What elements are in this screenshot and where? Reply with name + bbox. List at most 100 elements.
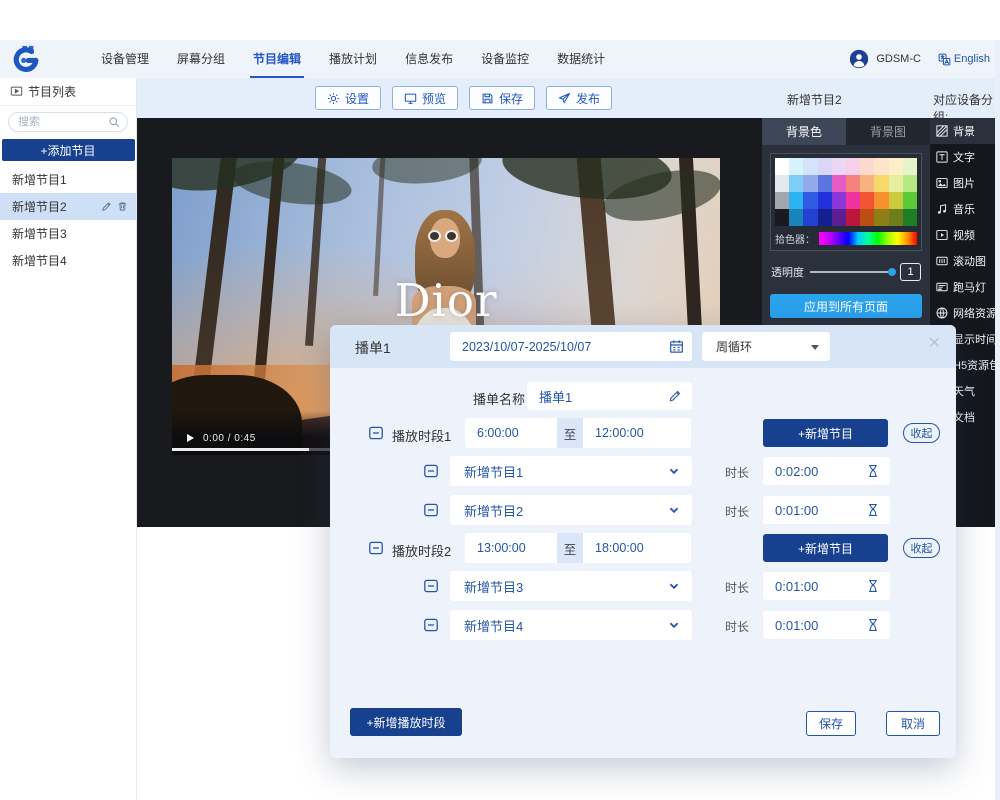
program-item-3[interactable]: 新增节目4 [0, 247, 136, 274]
color-swatch[interactable] [860, 209, 874, 226]
end-time-input[interactable]: 12:00:00 [583, 418, 691, 448]
nav-tab-3[interactable]: 播放计划 [326, 40, 380, 78]
color-swatch[interactable] [874, 158, 888, 175]
gear-action-button[interactable]: 设置 [315, 86, 381, 110]
program-select[interactable]: 新增节目2 [450, 495, 692, 525]
nav-tab-4[interactable]: 信息发布 [402, 40, 456, 78]
color-swatch[interactable] [846, 209, 860, 226]
nav-tab-1[interactable]: 屏幕分组 [174, 40, 228, 78]
duration-input[interactable]: 0:01:00 [763, 572, 890, 600]
add-program-to-section-button[interactable]: +新增节目 [763, 534, 888, 562]
color-swatch[interactable] [789, 158, 803, 175]
color-swatch[interactable] [803, 175, 817, 192]
color-swatch[interactable] [775, 192, 789, 209]
scrollbar-strip[interactable] [995, 40, 1000, 800]
edit-pencil-icon[interactable] [668, 389, 682, 403]
edit-icon[interactable] [101, 201, 112, 212]
color-swatch[interactable] [789, 175, 803, 192]
remove-section-icon[interactable] [368, 425, 384, 441]
color-swatch[interactable] [803, 192, 817, 209]
tool-web-resource[interactable]: 网络资源 [930, 300, 996, 326]
publish-action-button[interactable]: 发布 [546, 86, 612, 110]
delete-icon[interactable] [117, 201, 128, 212]
nav-tab-6[interactable]: 数据统计 [554, 40, 608, 78]
color-swatch[interactable] [903, 192, 917, 209]
color-swatch[interactable] [789, 209, 803, 226]
close-icon[interactable]: ✕ [928, 336, 941, 352]
add-program-button[interactable]: +添加节目 [2, 139, 135, 161]
color-swatch[interactable] [832, 175, 846, 192]
apply-to-all-pages-button[interactable]: 应用到所有页面 [770, 294, 922, 318]
remove-program-icon[interactable] [423, 463, 439, 479]
start-time-input[interactable]: 6:00:00 [465, 418, 557, 448]
remove-program-icon[interactable] [423, 578, 439, 594]
tab-background-image[interactable]: 背景图 [846, 118, 930, 145]
duration-input[interactable]: 0:01:00 [763, 611, 890, 639]
nav-tab-5[interactable]: 设备监控 [478, 40, 532, 78]
color-swatch[interactable] [818, 175, 832, 192]
color-swatch[interactable] [903, 158, 917, 175]
color-swatch[interactable] [832, 209, 846, 226]
color-swatch[interactable] [889, 175, 903, 192]
color-swatch[interactable] [818, 209, 832, 226]
color-swatch[interactable] [874, 192, 888, 209]
repeat-mode-select[interactable]: 周循环 [702, 332, 830, 361]
color-swatch[interactable] [832, 192, 846, 209]
color-swatch[interactable] [874, 175, 888, 192]
color-swatch[interactable] [874, 209, 888, 226]
color-swatch[interactable] [860, 192, 874, 209]
color-swatch[interactable] [860, 175, 874, 192]
save-action-button[interactable]: 保存 [469, 86, 535, 110]
program-select[interactable]: 新增节目4 [450, 610, 692, 640]
color-swatch[interactable] [818, 158, 832, 175]
color-picker-bar[interactable] [819, 232, 917, 245]
color-swatch[interactable] [860, 158, 874, 175]
remove-program-icon[interactable] [423, 502, 439, 518]
end-time-input[interactable]: 18:00:00 [583, 533, 691, 563]
color-swatch[interactable] [803, 158, 817, 175]
nav-tab-0[interactable]: 设备管理 [98, 40, 152, 78]
remove-section-icon[interactable] [368, 540, 384, 556]
collapse-button[interactable]: 收起 [903, 423, 940, 443]
program-select[interactable]: 新增节目3 [450, 571, 692, 601]
color-swatch[interactable] [889, 209, 903, 226]
tool-background[interactable]: 背景 [930, 118, 996, 144]
color-swatch[interactable] [818, 192, 832, 209]
save-button[interactable]: 保存 [806, 711, 856, 736]
playlist-name-input[interactable]: 播单1 [527, 382, 692, 410]
preview-action-button[interactable]: 预览 [392, 86, 458, 110]
color-swatch[interactable] [903, 175, 917, 192]
tool-video[interactable]: 视频 [930, 222, 996, 248]
nav-tab-2[interactable]: 节目编辑 [250, 40, 304, 78]
collapse-button[interactable]: 收起 [903, 538, 940, 558]
tool-scroll-image[interactable]: 滚动图 [930, 248, 996, 274]
play-icon[interactable] [187, 434, 194, 442]
color-swatch[interactable] [832, 158, 846, 175]
color-swatch[interactable] [846, 175, 860, 192]
date-range-input[interactable]: 2023/10/07-2025/10/07 [450, 332, 692, 361]
program-item-2[interactable]: 新增节目3 [0, 220, 136, 247]
opacity-slider[interactable] [810, 271, 894, 273]
color-swatch[interactable] [846, 158, 860, 175]
remove-program-icon[interactable] [423, 617, 439, 633]
program-item-1[interactable]: 新增节目2 [0, 193, 136, 220]
color-swatch[interactable] [775, 158, 789, 175]
add-program-to-section-button[interactable]: +新增节目 [763, 419, 888, 447]
duration-input[interactable]: 0:01:00 [763, 496, 890, 524]
color-swatch[interactable] [775, 209, 789, 226]
start-time-input[interactable]: 13:00:00 [465, 533, 557, 563]
tool-text[interactable]: 文字 [930, 144, 996, 170]
color-swatch[interactable] [889, 158, 903, 175]
tool-music[interactable]: 音乐 [930, 196, 996, 222]
color-swatch[interactable] [803, 209, 817, 226]
color-swatch[interactable] [889, 192, 903, 209]
user-avatar[interactable] [849, 49, 869, 69]
program-item-0[interactable]: 新增节目1 [0, 166, 136, 193]
duration-input[interactable]: 0:02:00 [763, 457, 890, 485]
program-select[interactable]: 新增节目1 [450, 456, 692, 486]
color-swatch[interactable] [903, 209, 917, 226]
color-swatch[interactable] [775, 175, 789, 192]
tool-image[interactable]: 图片 [930, 170, 996, 196]
color-swatch[interactable] [846, 192, 860, 209]
add-time-section-button[interactable]: +新增播放时段 [350, 708, 462, 736]
